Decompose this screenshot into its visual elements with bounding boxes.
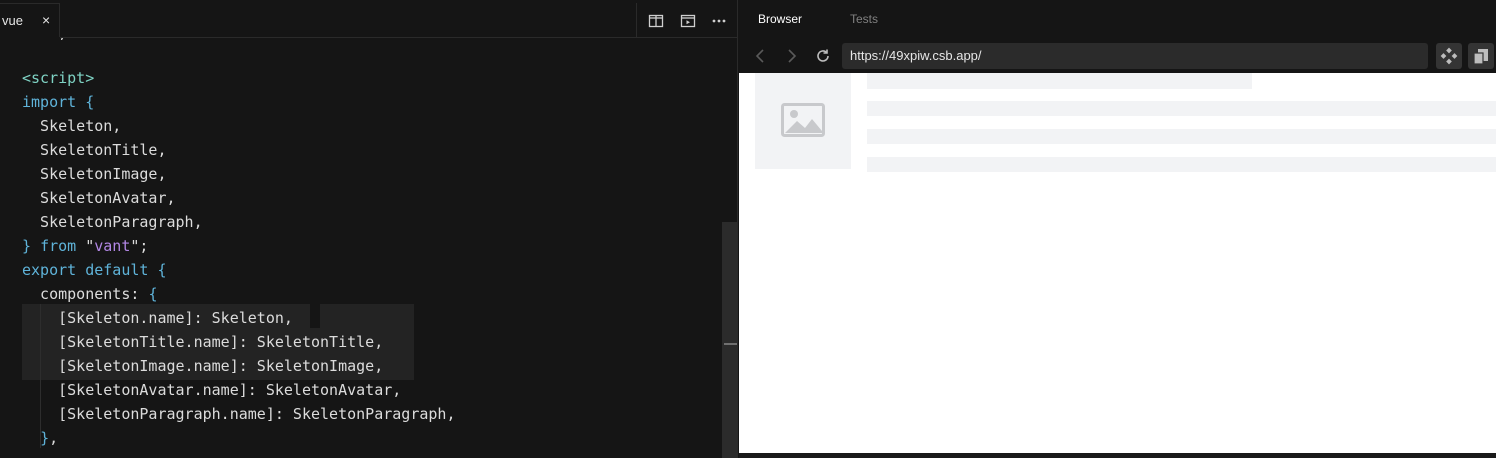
code-line: SkeletonAvatar, — [22, 186, 176, 210]
code-line: SkeletonParagraph, — [22, 210, 203, 234]
editor-tab-bar: vue × — [0, 0, 737, 39]
code-line: [SkeletonTitle.name]: SkeletonTitle, — [22, 330, 383, 354]
code-line: [SkeletonParagraph.name]: SkeletonParagr… — [22, 402, 455, 426]
code-token: , — [49, 429, 59, 447]
code-token: SkeletonImage, — [22, 165, 167, 183]
preview-viewport[interactable] — [739, 73, 1496, 453]
code-line: <script> — [22, 66, 94, 90]
split-editor-icon[interactable] — [647, 12, 665, 30]
code-line: SkeletonImage, — [22, 162, 167, 186]
code-token: components: — [22, 285, 149, 303]
forward-icon[interactable] — [780, 45, 802, 67]
editor-tab[interactable]: vue × — [0, 3, 60, 39]
browser-pane: Browser Tests https://49xpiw.csb.app/ — [737, 0, 1496, 458]
code-token: "; — [130, 237, 149, 255]
skeleton-paragraph-row — [867, 101, 1496, 116]
code-token: } — [40, 429, 50, 447]
code-area[interactable]: , <script> import { Skeleton, SkeletonTit… — [0, 38, 722, 458]
code-line: [SkeletonImage.name]: SkeletonImage, — [22, 354, 383, 378]
code-token: default — [85, 261, 149, 279]
image-placeholder-icon — [781, 103, 825, 142]
editor-tab-label: vue — [2, 13, 23, 28]
code-editor-pane: vue × , <script> import { Skeleton, Skele… — [0, 0, 737, 458]
scroll-position-marker — [724, 343, 737, 345]
code-token: SkeletonParagraph, — [22, 213, 203, 231]
code-token: [Skeleton.name]: Skeleton, — [22, 309, 293, 327]
viewport-bottom-edge — [739, 453, 1496, 458]
tab-tests[interactable]: Tests — [850, 12, 878, 26]
code-line: export default { — [22, 258, 167, 282]
code-token: " — [76, 237, 95, 255]
code-token: SkeletonAvatar, — [22, 189, 176, 207]
code-token: { — [148, 285, 158, 303]
code-line: import { — [22, 90, 94, 114]
refresh-icon[interactable] — [812, 45, 834, 67]
code-token: Skeleton, — [22, 117, 122, 135]
skeleton-paragraph-row — [867, 129, 1496, 144]
code-line: [SkeletonAvatar.name]: SkeletonAvatar, — [22, 378, 401, 402]
skeleton-paragraph-row — [867, 157, 1496, 172]
code-line-fragment: , — [22, 38, 67, 45]
close-icon[interactable]: × — [42, 12, 50, 28]
code-token: SkeletonTitle, — [22, 141, 167, 159]
code-token: [SkeletonTitle.name]: SkeletonTitle, — [22, 333, 384, 351]
codesandbox-icon[interactable] — [1436, 43, 1462, 69]
code-token: export — [22, 261, 77, 279]
code-line: [Skeleton.name]: Skeleton, — [22, 306, 293, 330]
code-token: <script> — [22, 69, 95, 87]
code-line: }, — [22, 426, 58, 450]
code-token: { — [85, 93, 95, 111]
code-line: Skeleton, — [22, 114, 121, 138]
code-token: [SkeletonAvatar.name]: SkeletonAvatar, — [22, 381, 402, 399]
selection-gap — [310, 304, 320, 328]
more-icon[interactable] — [710, 12, 728, 30]
code-token: [SkeletonParagraph.name]: SkeletonParagr… — [22, 405, 456, 423]
code-line: components: { — [22, 282, 157, 306]
code-token: } — [22, 237, 32, 255]
code-token: import — [22, 93, 77, 111]
editor-actions — [636, 3, 737, 38]
url-input[interactable]: https://49xpiw.csb.app/ — [842, 43, 1428, 69]
code-line: SkeletonTitle, — [22, 138, 167, 162]
code-token: { — [157, 261, 167, 279]
back-icon[interactable] — [750, 45, 772, 67]
scrollbar-thumb[interactable] — [722, 222, 737, 458]
code-token: from — [40, 237, 77, 255]
open-new-window-icon[interactable] — [1468, 43, 1494, 69]
code-line: } from "vant"; — [22, 234, 148, 258]
preview-icon[interactable] — [679, 12, 697, 30]
code-token: vant — [94, 237, 131, 255]
code-token: [SkeletonImage.name]: SkeletonImage, — [22, 357, 384, 375]
tab-browser[interactable]: Browser — [758, 12, 802, 26]
skeleton-image — [755, 73, 851, 169]
skeleton-title — [867, 73, 1252, 89]
